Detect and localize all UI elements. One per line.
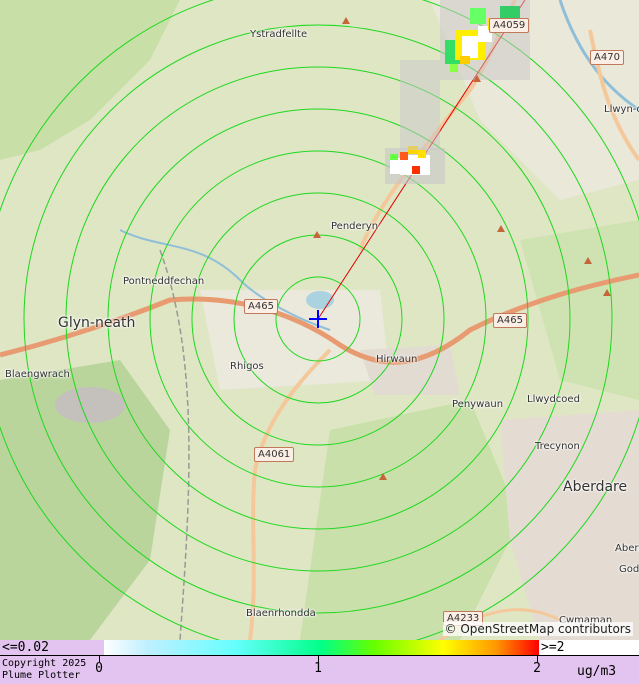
place-label: Llwydcoed — [527, 394, 580, 405]
place-label: Rhigos — [230, 361, 264, 372]
map-attribution[interactable]: © OpenStreetMap contributors — [442, 622, 633, 636]
urban-area — [360, 345, 460, 395]
copyright-line: Copyright 2025 — [2, 658, 87, 669]
place-label: Penywaun — [452, 399, 504, 410]
map-view[interactable]: Ystradfellte Penderyn Pontneddfechan Gly… — [0, 0, 639, 640]
road-shield: A4061 — [254, 447, 295, 462]
open-land — [200, 290, 390, 390]
place-label: Abera — [615, 543, 639, 554]
concentration-legend: <=0.02 >=2 Copyright 2025 Plume Plotter … — [0, 640, 639, 684]
units-label: ug/m3 — [577, 664, 617, 679]
legend-max-label: >=2 — [541, 640, 565, 655]
place-label: Pontneddfechan — [123, 276, 205, 287]
place-label: Glyn-neath — [58, 315, 136, 331]
place-label: Blaenrhondda — [246, 608, 316, 619]
road-shield: A4059 — [489, 18, 530, 33]
legend-min-label: <=0.02 — [2, 640, 49, 655]
road-shield: A470 — [590, 50, 624, 65]
quarry — [55, 387, 125, 423]
place-label: Penderyn — [331, 221, 379, 232]
colour-scale-bar: <=0.02 >=2 — [0, 640, 639, 656]
place-label: God — [619, 564, 639, 575]
place-label: Hirwaun — [376, 354, 418, 365]
copyright-text: Copyright 2025 Plume Plotter — [2, 658, 86, 682]
app-name-line: Plume Plotter — [2, 670, 81, 681]
tick-label: 2 — [533, 661, 541, 676]
road-shield: A465 — [493, 313, 527, 328]
place-label: Llwyn-c — [604, 104, 639, 115]
tick-label: 0 — [95, 661, 103, 676]
road-shield: A465 — [244, 299, 278, 314]
place-label: Trecynon — [535, 441, 580, 452]
place-label: Ystradfellte — [250, 29, 308, 40]
place-label: Blaengwrach — [5, 369, 70, 380]
tick-label: 1 — [314, 661, 322, 676]
place-label: Aberdare — [563, 479, 628, 495]
plume-cells-near — [385, 146, 445, 184]
